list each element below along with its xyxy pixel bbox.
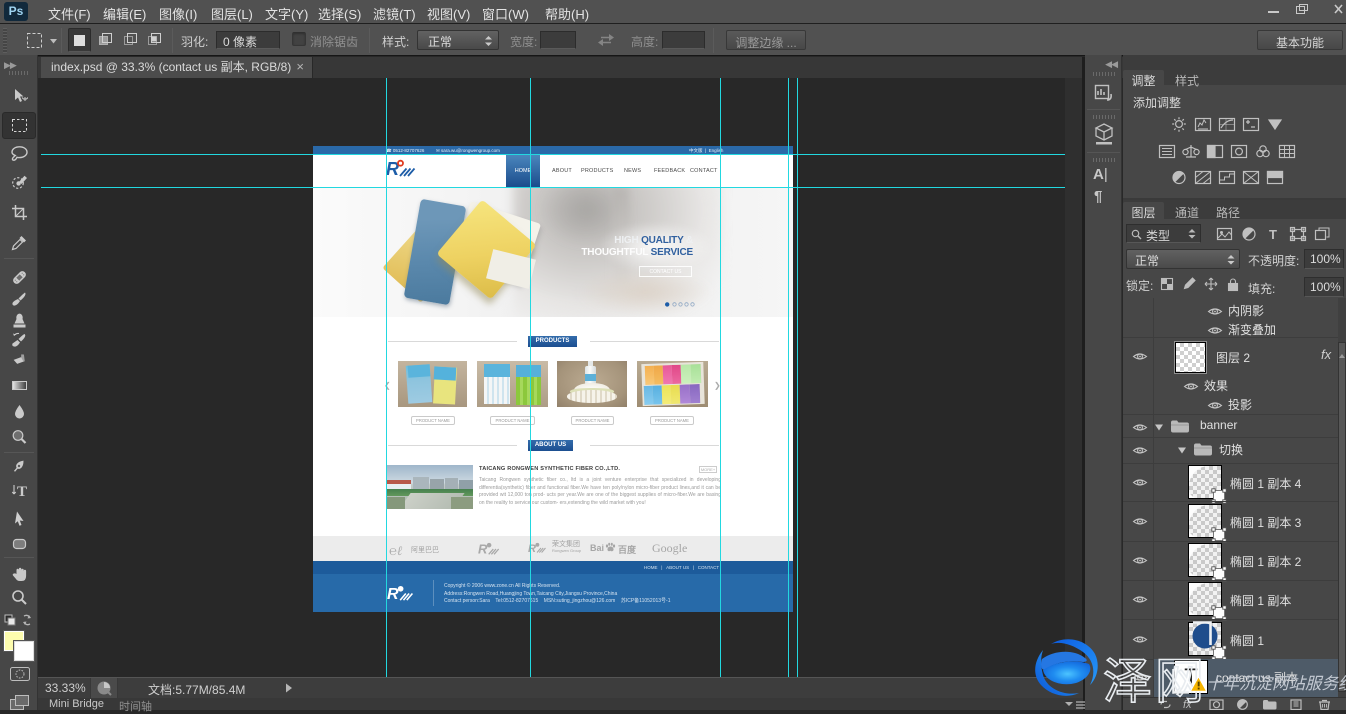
svg-text:R: R (387, 586, 399, 603)
svg-text:T: T (1269, 227, 1277, 242)
svg-text:T: T (17, 484, 27, 499)
svg-text:fx: fx (1183, 699, 1192, 710)
svg-text:R: R (478, 542, 488, 556)
